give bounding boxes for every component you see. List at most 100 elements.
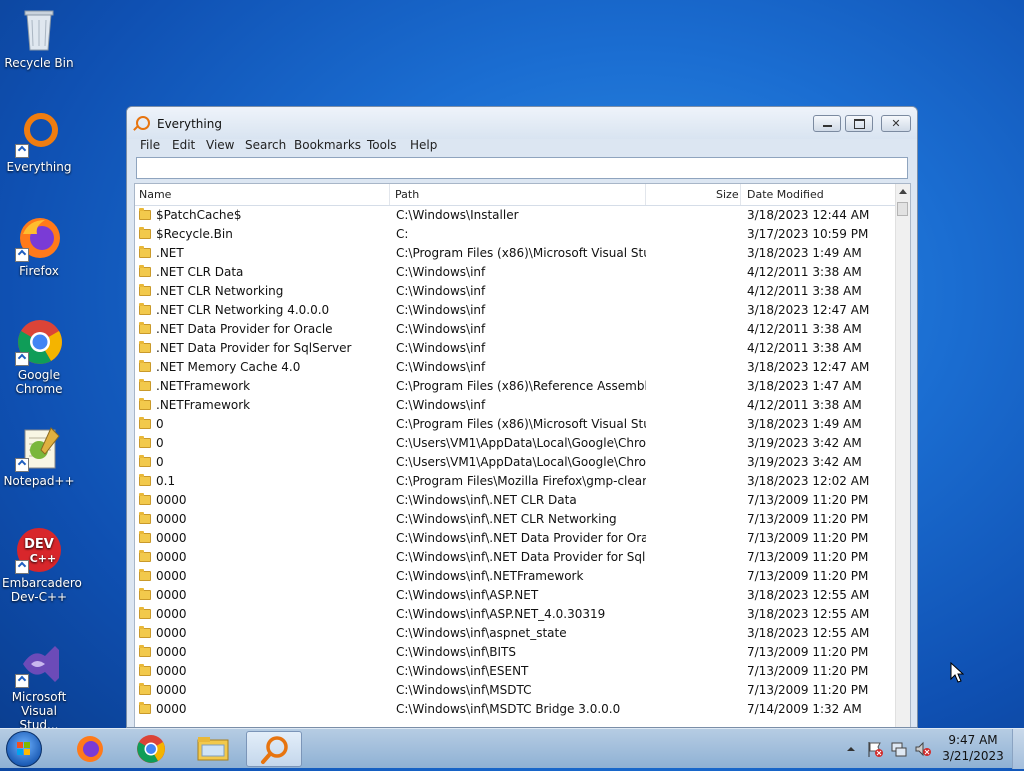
column-size[interactable]: Size	[716, 188, 739, 201]
table-row[interactable]: .NET C:\Program Files (x86)\Microsoft Vis…	[135, 244, 897, 263]
menu-edit[interactable]: Edit	[172, 138, 195, 152]
cell-path: C:\Windows\inf	[396, 322, 486, 336]
table-row[interactable]: $PatchCache$ C:\Windows\Installer 3/18/202…	[135, 206, 897, 225]
column-separator[interactable]	[740, 184, 741, 205]
desktop-icon-label: Firefox	[19, 264, 59, 278]
result-rows: $PatchCache$ C:\Windows\Installer 3/18/202…	[135, 206, 897, 719]
table-row[interactable]: $Recycle.Bin C: 3/17/2023 10:59 PM	[135, 225, 897, 244]
column-separator[interactable]	[389, 184, 390, 205]
cell-date-modified: 3/19/2023 3:42 AM	[747, 436, 862, 450]
show-hidden-icons-icon[interactable]	[846, 744, 856, 754]
desktop-icon-everything[interactable]: Everything	[2, 110, 76, 174]
cell-date-modified: 4/12/2011 3:38 AM	[747, 398, 862, 412]
cell-date-modified: 4/12/2011 3:38 AM	[747, 341, 862, 355]
table-row[interactable]: .NETFramework C:\Program Files (x86)\Refe…	[135, 377, 897, 396]
table-row[interactable]: .NET CLR Networking 4.0.0.0 C:\Windows\in…	[135, 301, 897, 320]
folder-icon	[139, 284, 151, 296]
cell-path: C:\Program Files (x86)\Microsoft Visual …	[396, 417, 646, 431]
minimize-button[interactable]	[813, 115, 841, 132]
taskbar-file-explorer[interactable]	[185, 731, 241, 767]
table-row[interactable]: 0 C:\Program Files (x86)\Microsoft Visual…	[135, 415, 897, 434]
table-row[interactable]: 0000 C:\Windows\inf\BITS 7/13/2009 11:20 P…	[135, 643, 897, 662]
desktop-icon-notepad-plus-plus[interactable]: Notepad++	[2, 424, 76, 488]
column-path[interactable]: Path	[395, 188, 419, 201]
volume-muted-icon[interactable]	[914, 740, 932, 758]
menu-bookmarks[interactable]: Bookmarks	[294, 138, 361, 152]
taskbar-firefox[interactable]	[62, 731, 118, 767]
column-separator[interactable]	[645, 184, 646, 205]
folder-icon	[139, 246, 151, 258]
cell-path: C:\Windows\inf\.NET Data Provider for Or…	[396, 531, 646, 545]
close-button[interactable]	[881, 115, 911, 132]
window-titlebar[interactable]: Everything	[127, 107, 917, 139]
table-row[interactable]: 0 C:\Users\VM1\AppData\Local\Google\Chro.…	[135, 434, 897, 453]
menu-help[interactable]: Help	[410, 138, 437, 152]
cell-name: 0.1	[156, 474, 176, 488]
table-row[interactable]: 0000 C:\Windows\inf\MSDTC Bridge 3.0.0.0 7…	[135, 700, 897, 719]
table-row[interactable]: .NETFramework C:\Windows\inf 4/12/2011 3:3…	[135, 396, 897, 415]
menu-tools[interactable]: Tools	[367, 138, 397, 152]
taskbar-everything[interactable]	[246, 731, 302, 767]
shortcut-arrow-icon	[15, 674, 29, 688]
table-row[interactable]: .NET CLR Data C:\Windows\inf 4/12/2011 3:3…	[135, 263, 897, 282]
cell-name: .NETFramework	[156, 398, 251, 412]
table-row[interactable]: 0000 C:\Windows\inf\ASP.NET 3/18/2023 12:5…	[135, 586, 897, 605]
cell-path: C:\Windows\inf	[396, 360, 486, 374]
taskbar-chrome[interactable]	[123, 731, 179, 767]
table-row[interactable]: .NET Memory Cache 4.0 C:\Windows\inf 3/18/…	[135, 358, 897, 377]
cell-path: C:\Program Files (x86)\Microsoft Visual …	[396, 246, 646, 260]
clock-time: 9:47 AM	[948, 733, 998, 747]
cell-name: 0	[156, 436, 164, 450]
vertical-scrollbar[interactable]	[895, 184, 910, 727]
start-button[interactable]	[6, 731, 42, 767]
maximize-button[interactable]	[845, 115, 873, 132]
cell-path: C:\Windows\inf\.NET CLR Networking	[396, 512, 617, 526]
table-row[interactable]: 0000 C:\Windows\inf\.NET Data Provider fo…	[135, 548, 897, 567]
network-icon[interactable]	[890, 740, 908, 758]
scroll-up-icon[interactable]	[899, 189, 907, 194]
table-row[interactable]: 0000 C:\Windows\inf\aspnet_state 3/18/2023…	[135, 624, 897, 643]
table-row[interactable]: 0 C:\Users\VM1\AppData\Local\Google\Chro.…	[135, 453, 897, 472]
table-row[interactable]: .NET Data Provider for Oracle C:\Windows\…	[135, 320, 897, 339]
results-list[interactable]: Name Path Size Date Modified $PatchCache…	[134, 183, 911, 727]
scroll-thumb[interactable]	[897, 202, 908, 216]
desktop-icon-firefox[interactable]: Firefox	[2, 214, 76, 278]
menu-search[interactable]: Search	[245, 138, 286, 152]
desktop-icon-chrome[interactable]: Google Chrome	[2, 318, 76, 396]
everything-window[interactable]: Everything File Edit View Search Bookmar…	[126, 106, 918, 728]
system-clock[interactable]: 9:47 AM 3/21/2023	[938, 732, 1008, 764]
search-input[interactable]	[136, 157, 908, 179]
table-row[interactable]: 0000 C:\Windows\inf\ASP.NET_4.0.30319 3/18…	[135, 605, 897, 624]
table-row[interactable]: 0000 C:\Windows\inf\ESENT 7/13/2009 11:20 …	[135, 662, 897, 681]
table-row[interactable]: 0000 C:\Windows\inf\.NET CLR Data 7/13/200…	[135, 491, 897, 510]
column-date-modified[interactable]: Date Modified	[747, 188, 824, 201]
dev-cpp-icon: DEV C++	[15, 526, 63, 574]
table-row[interactable]: 0.1 C:\Program Files\Mozilla Firefox\gmp-…	[135, 472, 897, 491]
cell-name: 0000	[156, 664, 187, 678]
table-row[interactable]: 0000 C:\Windows\inf\MSDTC 7/13/2009 11:20 …	[135, 681, 897, 700]
visual-studio-icon	[15, 640, 63, 688]
table-row[interactable]: .NET CLR Networking C:\Windows\inf 4/12/20…	[135, 282, 897, 301]
cell-path: C:\Windows\inf	[396, 398, 486, 412]
table-row[interactable]: 0000 C:\Windows\inf\.NET CLR Networking 7/…	[135, 510, 897, 529]
table-row[interactable]: .NET Data Provider for SqlServer C:\Windo…	[135, 339, 897, 358]
show-desktop-button[interactable]	[1012, 729, 1024, 769]
cell-date-modified: 4/12/2011 3:38 AM	[747, 322, 862, 336]
folder-icon	[139, 588, 151, 600]
column-name[interactable]: Name	[139, 188, 171, 201]
cell-date-modified: 7/14/2009 1:32 AM	[747, 702, 862, 716]
desktop-icon-dev-cpp[interactable]: DEV C++ Embarcadero Dev-C++	[2, 526, 82, 604]
desktop-icon-visual-studio[interactable]: Microsoft Visual Stud...	[2, 640, 76, 732]
menu-file[interactable]: File	[140, 138, 160, 152]
table-row[interactable]: 0000 C:\Windows\inf\.NET Data Provider fo…	[135, 529, 897, 548]
menu-view[interactable]: View	[206, 138, 234, 152]
cell-name: 0000	[156, 702, 187, 716]
chrome-icon	[137, 735, 165, 763]
cell-path: C:\Program Files (x86)\Reference Assembl…	[396, 379, 646, 393]
table-row[interactable]: 0000 C:\Windows\inf\.NETFramework 7/13/200…	[135, 567, 897, 586]
cell-date-modified: 3/18/2023 12:47 AM	[747, 303, 870, 317]
shortcut-arrow-icon	[15, 248, 29, 262]
action-center-flag-icon[interactable]	[866, 740, 884, 758]
desktop-icon-label: Recycle Bin	[4, 56, 74, 70]
desktop-icon-recycle-bin[interactable]: Recycle Bin	[2, 6, 76, 70]
